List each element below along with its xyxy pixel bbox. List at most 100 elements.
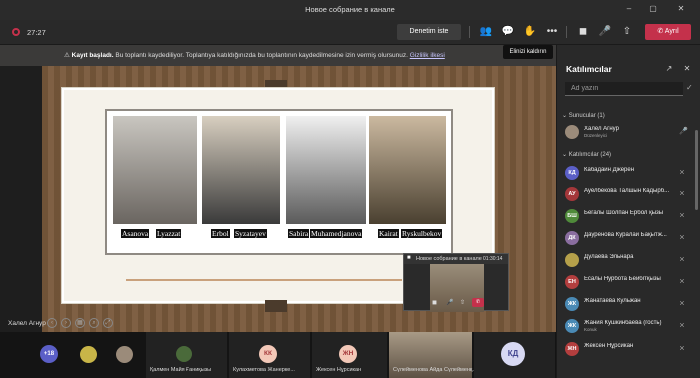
check-icon[interactable]: ✓ <box>686 83 693 92</box>
grid-icon[interactable]: ▦ <box>75 318 85 328</box>
avatar <box>80 346 97 363</box>
overflow-badge[interactable]: +18 <box>40 345 58 363</box>
caption-name: Kairat <box>378 229 399 238</box>
participant-name: Дулаева Эльнара <box>584 254 634 260</box>
caption-surname: Syzatayev <box>234 229 267 238</box>
minimize-icon[interactable]: – <box>624 4 634 14</box>
maximize-icon[interactable]: ▢ <box>648 4 658 14</box>
share-icon[interactable]: ⇧ <box>620 25 634 39</box>
more-icon[interactable]: ••• <box>545 25 559 39</box>
avatar: КД <box>501 342 525 366</box>
portrait-photo <box>202 116 280 224</box>
participant-role: Konuk <box>584 327 597 332</box>
mic-muted-icon: ⨯ <box>679 278 685 285</box>
pip-title: Новое собрание в канале <box>416 256 482 262</box>
participants-panel: Katılımcılar ↗ ✕ ✓ ⌄ Sunucular (1) Халел… <box>556 45 700 378</box>
participant-row[interactable]: ЕН Есалы Нурбота Бейбітқызы ⨯ <box>557 273 697 291</box>
search-field[interactable] <box>565 82 683 96</box>
tile-name: Жексен Нұрсикан <box>316 367 362 373</box>
meeting-timer: 27:27 <box>27 28 46 37</box>
participant-row[interactable]: БШ Бегалы Шолпан Ербол қызы ⨯ <box>557 207 697 225</box>
camera-icon[interactable]: ◼ <box>432 299 437 307</box>
video-tile[interactable]: Сүлейменова Айда Сүлейменқ... <box>389 332 477 378</box>
participant-name: Халел Агнур <box>584 126 619 132</box>
recording-icon <box>12 28 20 36</box>
mic-icon[interactable]: 🎤 <box>446 299 453 307</box>
search-input[interactable] <box>565 82 683 95</box>
chevron-right-icon[interactable]: › <box>61 318 71 328</box>
banner-message: Bu toplantı kaydediliyor. Toplantıya kat… <box>115 52 408 59</box>
app-icon: ■ <box>407 255 411 261</box>
participant-row[interactable]: АУ Ауелбекова Талшын Кадырб... ⨯ <box>557 185 697 203</box>
avatar: ЖК <box>565 319 579 333</box>
camera-icon[interactable]: ◼ <box>576 25 590 39</box>
video-tile[interactable]: Қалмен Майя Ғаниқызы <box>146 332 228 378</box>
video-tile[interactable]: КД <box>474 332 556 378</box>
participant-row[interactable]: Халел Агнур Düzenleyici 🎤 <box>557 123 697 141</box>
avatar: ЖН <box>565 342 579 356</box>
banner-text: ⚠ Kayıt başladı. Bu toplantı kaydediliyo… <box>64 51 445 59</box>
mic-muted-icon: ⨯ <box>679 234 685 241</box>
avatar: ЖН <box>339 345 357 363</box>
chevron-left-icon[interactable]: ‹ <box>47 318 57 328</box>
avatar <box>176 346 192 362</box>
caption-name: Erbol <box>211 229 230 238</box>
toolbar-divider <box>566 26 567 38</box>
mic-icon[interactable]: 🎤 <box>598 25 612 39</box>
popout-icon[interactable]: ↗ <box>663 63 675 75</box>
privacy-link[interactable]: Gizlilik ilkesi <box>410 52 445 59</box>
recording-banner: ⚠ Kayıt başladı. Bu toplantı kaydediliyo… <box>0 45 556 66</box>
zoom-icon[interactable]: ⌕ <box>89 318 99 328</box>
participants-icon[interactable]: 👥 <box>479 25 493 39</box>
mic-muted-icon: ⨯ <box>679 212 685 219</box>
toolbar-divider <box>469 26 470 38</box>
raise-hand-icon[interactable]: ✋ <box>523 25 537 39</box>
section-attendees[interactable]: ⌄ Katılımcılar (24) <box>562 151 611 158</box>
avatar <box>565 253 579 267</box>
participant-row[interactable]: ЖК Жанатаева Кульжан ⨯ <box>557 295 697 313</box>
participant-row[interactable]: КД Кабадайн Джерен ⨯ <box>557 164 697 182</box>
pip-window[interactable]: Новое собрание в канале ■ 01:30:14 ◼ 🎤 ⇧… <box>403 253 509 312</box>
raise-hand-tooltip: Elinizi kaldırın <box>503 45 553 59</box>
participant-row[interactable]: ЖН Жексен Нұрсикан ⨯ <box>557 340 697 358</box>
hangup-icon[interactable]: ✆ <box>472 298 484 307</box>
tile-name: Кулахметова Жанерке... <box>233 367 295 373</box>
portrait-photo <box>286 116 366 224</box>
participant-row[interactable]: ЖК Жания Кушкинбаева (гость) Konuk ⨯ <box>557 317 697 335</box>
leave-label: Ayrıl <box>664 28 679 35</box>
expand-icon[interactable]: ⤢ <box>103 318 113 328</box>
mic-muted-icon: ⨯ <box>679 322 685 329</box>
meeting-toolbar: 27:27 Denetim iste 👥 💬 ✋ ••• ◼ 🎤 ⇧ ✆ Ayr… <box>0 20 700 45</box>
review-button[interactable]: Denetim iste <box>397 24 461 40</box>
section-label: Sunucular (1) <box>568 113 605 119</box>
title-bar: Новое собрание в канале – ▢ ✕ <box>0 0 700 20</box>
avatar: ЖК <box>565 297 579 311</box>
mic-icon: 🎤 <box>679 128 688 135</box>
close-icon[interactable]: ✕ <box>676 4 686 14</box>
leave-button[interactable]: ✆ Ayrıl <box>645 24 691 40</box>
caption-name: Sabira <box>288 229 310 238</box>
participant-row[interactable]: Дулаева Эльнара ⨯ <box>557 251 697 269</box>
avatar: АУ <box>565 187 579 201</box>
caption-surname: Muhamedjanova <box>310 229 363 238</box>
slide-divider <box>126 279 402 281</box>
participant-name: Кабадайн Джерен <box>584 167 635 173</box>
chat-icon[interactable]: 💬 <box>501 25 515 39</box>
close-icon[interactable]: ✕ <box>681 63 693 75</box>
video-tile[interactable]: ЖН Жексен Нұрсикан <box>312 332 388 378</box>
video-tile[interactable]: КК Кулахметова Жанерке... <box>229 332 311 378</box>
caption-surname: Ryskulbekov <box>401 229 443 238</box>
mic-muted-icon: ⨯ <box>679 345 685 352</box>
participant-row[interactable]: ДК Дауренова Куралай Бақытж... ⨯ <box>557 229 697 247</box>
mic-muted-icon: ⨯ <box>679 300 685 307</box>
avatar: КК <box>259 345 277 363</box>
panel-scrollbar[interactable] <box>695 130 698 210</box>
presenter-name: Халел Агнур <box>8 320 46 327</box>
share-icon[interactable]: ⇧ <box>460 299 465 307</box>
section-label: Katılımcılar (24) <box>568 152 612 158</box>
avatar <box>565 125 579 139</box>
section-presenters[interactable]: ⌄ Sunucular (1) <box>562 112 605 119</box>
panel-title: Katılımcılar <box>566 64 612 74</box>
participant-name: Жанатаева Кульжан <box>584 298 641 304</box>
tile-name: Сүлейменова Айда Сүлейменқ... <box>393 367 477 373</box>
